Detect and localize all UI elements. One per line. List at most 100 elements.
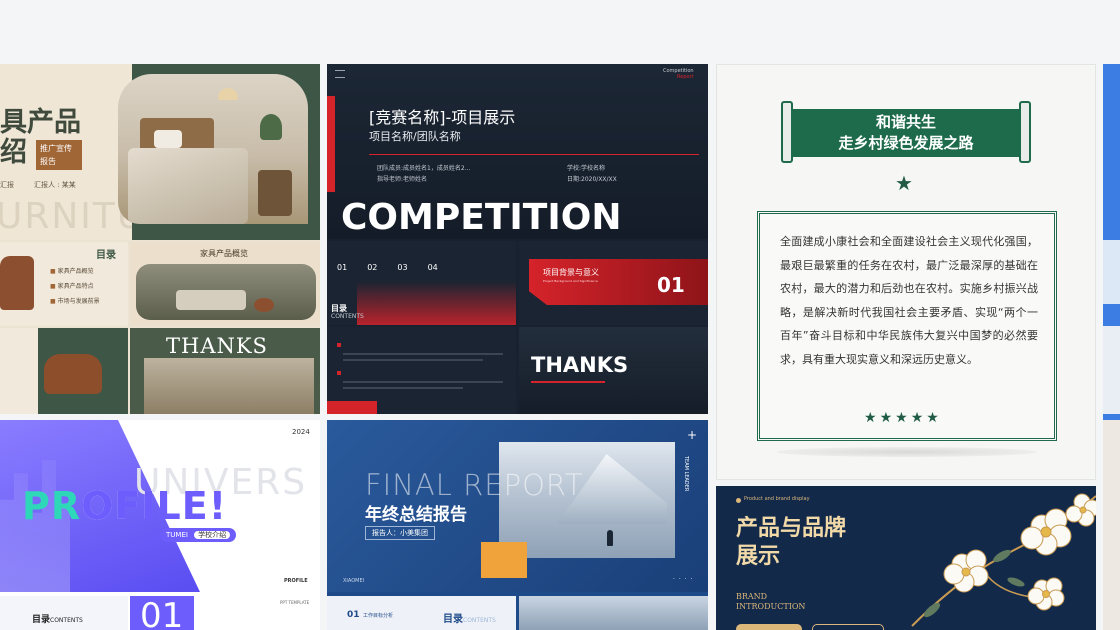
competition-info-right-2: 日期:2020/XX/XX — [567, 176, 617, 183]
furniture-info-b: 汇报人 : 某某 — [34, 181, 76, 189]
plus-icon: + — [687, 428, 698, 442]
living-room-photo — [136, 264, 316, 320]
template-card-harmony[interactable]: 和谐共生 走乡村绿色发展之路 ★ 全面建成小康社会和全面建设社会主义现代化强国，… — [716, 64, 1096, 480]
competition-thanks-slide[interactable]: THANKS — [519, 327, 708, 414]
report-side-label: TEAM LEADER — [683, 456, 689, 492]
profile-tag: TUMEI 学校介绍 — [160, 528, 237, 542]
profile-title-b: OFILE! — [81, 484, 228, 528]
furniture-toc-slide[interactable]: 目录 ■ 家具产品概览 ■ 家具产品特点 ■ 市场与发展前景 — [0, 242, 128, 326]
competition-red-bar — [327, 96, 335, 192]
brand-en: BRAND INTRODUCTION — [736, 592, 806, 611]
table-icon — [254, 298, 274, 312]
partial-right-panel-2 — [1103, 326, 1120, 414]
competition-section-slide[interactable]: 项目背景与意义 Project Background and Significa… — [519, 241, 708, 325]
flower-icon — [1020, 508, 1072, 556]
report-mountain-slide[interactable] — [519, 596, 708, 630]
competition-section-sub: Project Background and Significance — [543, 279, 598, 283]
flower-icon — [1027, 577, 1065, 611]
template-card-competition[interactable]: Competition Report [竞赛名称]-项目展示 项目名称/团队名称… — [327, 64, 708, 414]
competition-toc-slide[interactable]: 01 02 03 04 目录 CONTENTS — [327, 241, 516, 325]
harmony-banner-line1: 和谐共生 — [875, 113, 936, 131]
plant-icon — [260, 114, 282, 140]
content-red-tab — [327, 401, 377, 414]
toc-item-3: ■ 市场与发展前景 — [50, 298, 100, 305]
competition-toc-nums: 01 02 03 04 — [337, 263, 438, 272]
competition-section-num: 01 — [657, 273, 685, 297]
star-icon: ★ — [895, 410, 911, 426]
competition-corner-label: Competition Report — [663, 68, 694, 80]
brand-title: 产品与品牌 展示 — [736, 515, 847, 569]
chair-icon — [0, 256, 34, 310]
profile-toc-label: 目录CONTENTS — [32, 615, 83, 625]
furniture-overview-slide[interactable]: 家具产品概览 — [130, 242, 320, 326]
harmony-paragraph: 全面建成小康社会和全面建设社会主义现代化强国，最艰巨最繁重的任务在农村，最广泛最… — [780, 235, 1038, 366]
harmony-banner: 和谐共生 走乡村绿色发展之路 — [793, 109, 1019, 157]
harmony-text-frame: 全面建成小康社会和全面建设社会主义现代化强国，最艰巨最繁重的任务在农村，最广泛最… — [757, 211, 1057, 441]
harmony-banner-line2: 走乡村绿色发展之路 — [838, 134, 974, 152]
brand-pill-1 — [736, 624, 802, 630]
sofa-icon — [176, 290, 246, 310]
furniture-overview-title: 家具产品概览 — [200, 249, 248, 258]
report-toc-num: 01 — [347, 610, 360, 620]
lamp-icon — [218, 88, 238, 100]
template-card-partial-right[interactable] — [1103, 64, 1120, 630]
report-cover-slide[interactable]: FINAL REPORT 年终总结报告 报告人：小美集团 TEAM LEADER… — [327, 420, 708, 592]
profile-year: 2024 — [292, 428, 310, 436]
content-line-3 — [343, 381, 503, 383]
furniture-bedroom-photo — [118, 74, 308, 224]
flower-branch-illustration — [911, 493, 1096, 627]
content-line-2 — [343, 359, 483, 361]
brand-kicker: Product and brand display — [744, 496, 810, 502]
dots-icon: · · · · — [673, 576, 694, 583]
furniture-chair-slide[interactable] — [0, 328, 128, 414]
report-title-en: FINAL REPORT — [365, 468, 584, 502]
template-card-profile[interactable]: 2024 UNIVERS PROFILE! TUMEI 学校介绍 PROFILE… — [0, 420, 320, 630]
harmony-shadow — [777, 447, 1037, 457]
bed-blanket — [128, 148, 248, 224]
template-card-brand[interactable]: Product and brand display 产品与品牌 展示 BRAND… — [716, 486, 1096, 630]
orange-block — [481, 542, 527, 578]
star-icon: ★ — [910, 410, 927, 426]
competition-big-word: COMPETITION — [341, 197, 622, 238]
competition-divider — [369, 154, 699, 155]
profile-footer-word: PROFILE — [284, 578, 308, 584]
competition-info-left-2: 指导老师:老师姓名 — [377, 176, 428, 183]
template-card-furniture[interactable]: URNITU 具产品 绍 推广宣传 报告 汇报 汇报人 : 某某 目录 ■ 家具… — [0, 64, 320, 414]
star-icon: ★ — [895, 171, 913, 195]
competition-section-title: 项目背景与意义 — [543, 268, 599, 277]
competition-content-slide[interactable] — [327, 327, 516, 414]
partial-right-panel-3 — [1103, 420, 1120, 630]
rating-stars: ★★★★★ — [864, 410, 942, 426]
competition-subtitle: 项目名称/团队名称 — [369, 130, 461, 143]
report-toc-slide[interactable]: 01 工作目标分析 目录CONTENTS — [327, 596, 516, 630]
template-card-report[interactable]: FINAL REPORT 年终总结报告 报告人：小美集团 TEAM LEADER… — [327, 420, 708, 630]
content-line-1 — [343, 353, 503, 355]
climber-figure — [607, 530, 613, 546]
content-line-4 — [343, 387, 463, 389]
star-icon: ★ — [864, 410, 880, 426]
profile-cover-slide[interactable]: 2024 UNIVERS PROFILE! TUMEI 学校介绍 PROFILE — [0, 420, 320, 592]
armchair-icon — [44, 354, 102, 394]
toc-item-1: ■ 家具产品概览 — [50, 268, 94, 275]
competition-thanks-text: THANKS — [531, 353, 629, 377]
profile-section-slide[interactable]: 01 PPT TEMPLATE — [130, 596, 320, 630]
furniture-thanks-slide[interactable]: THANKS — [130, 328, 320, 414]
content-bullet-1 — [337, 343, 341, 347]
furniture-info-a: 汇报 — [0, 181, 14, 189]
scroll-rod-right — [1019, 101, 1031, 163]
partial-right-panel — [1103, 240, 1120, 304]
brand-pill-2 — [812, 624, 884, 630]
menu-icon — [335, 70, 345, 78]
thanks-photo — [144, 358, 314, 414]
report-brand: XIAOMEI — [343, 578, 365, 584]
profile-toc-slide[interactable]: 目录CONTENTS — [0, 596, 128, 630]
furniture-cover-slide[interactable]: URNITU 具产品 绍 推广宣传 报告 汇报 汇报人 : 某某 — [0, 64, 320, 240]
thanks-red-line — [531, 381, 605, 383]
competition-cover-slide[interactable]: Competition Report [竞赛名称]-项目展示 项目名称/团队名称… — [327, 64, 708, 239]
star-icon: ★ — [926, 410, 942, 426]
report-toc-label: 目录CONTENTS — [443, 614, 496, 625]
report-reporter: 报告人：小美集团 — [365, 526, 435, 540]
furniture-thanks-text: THANKS — [166, 334, 268, 358]
brand-dot-icon — [736, 498, 741, 503]
competition-toc-sub: CONTENTS — [331, 313, 364, 320]
